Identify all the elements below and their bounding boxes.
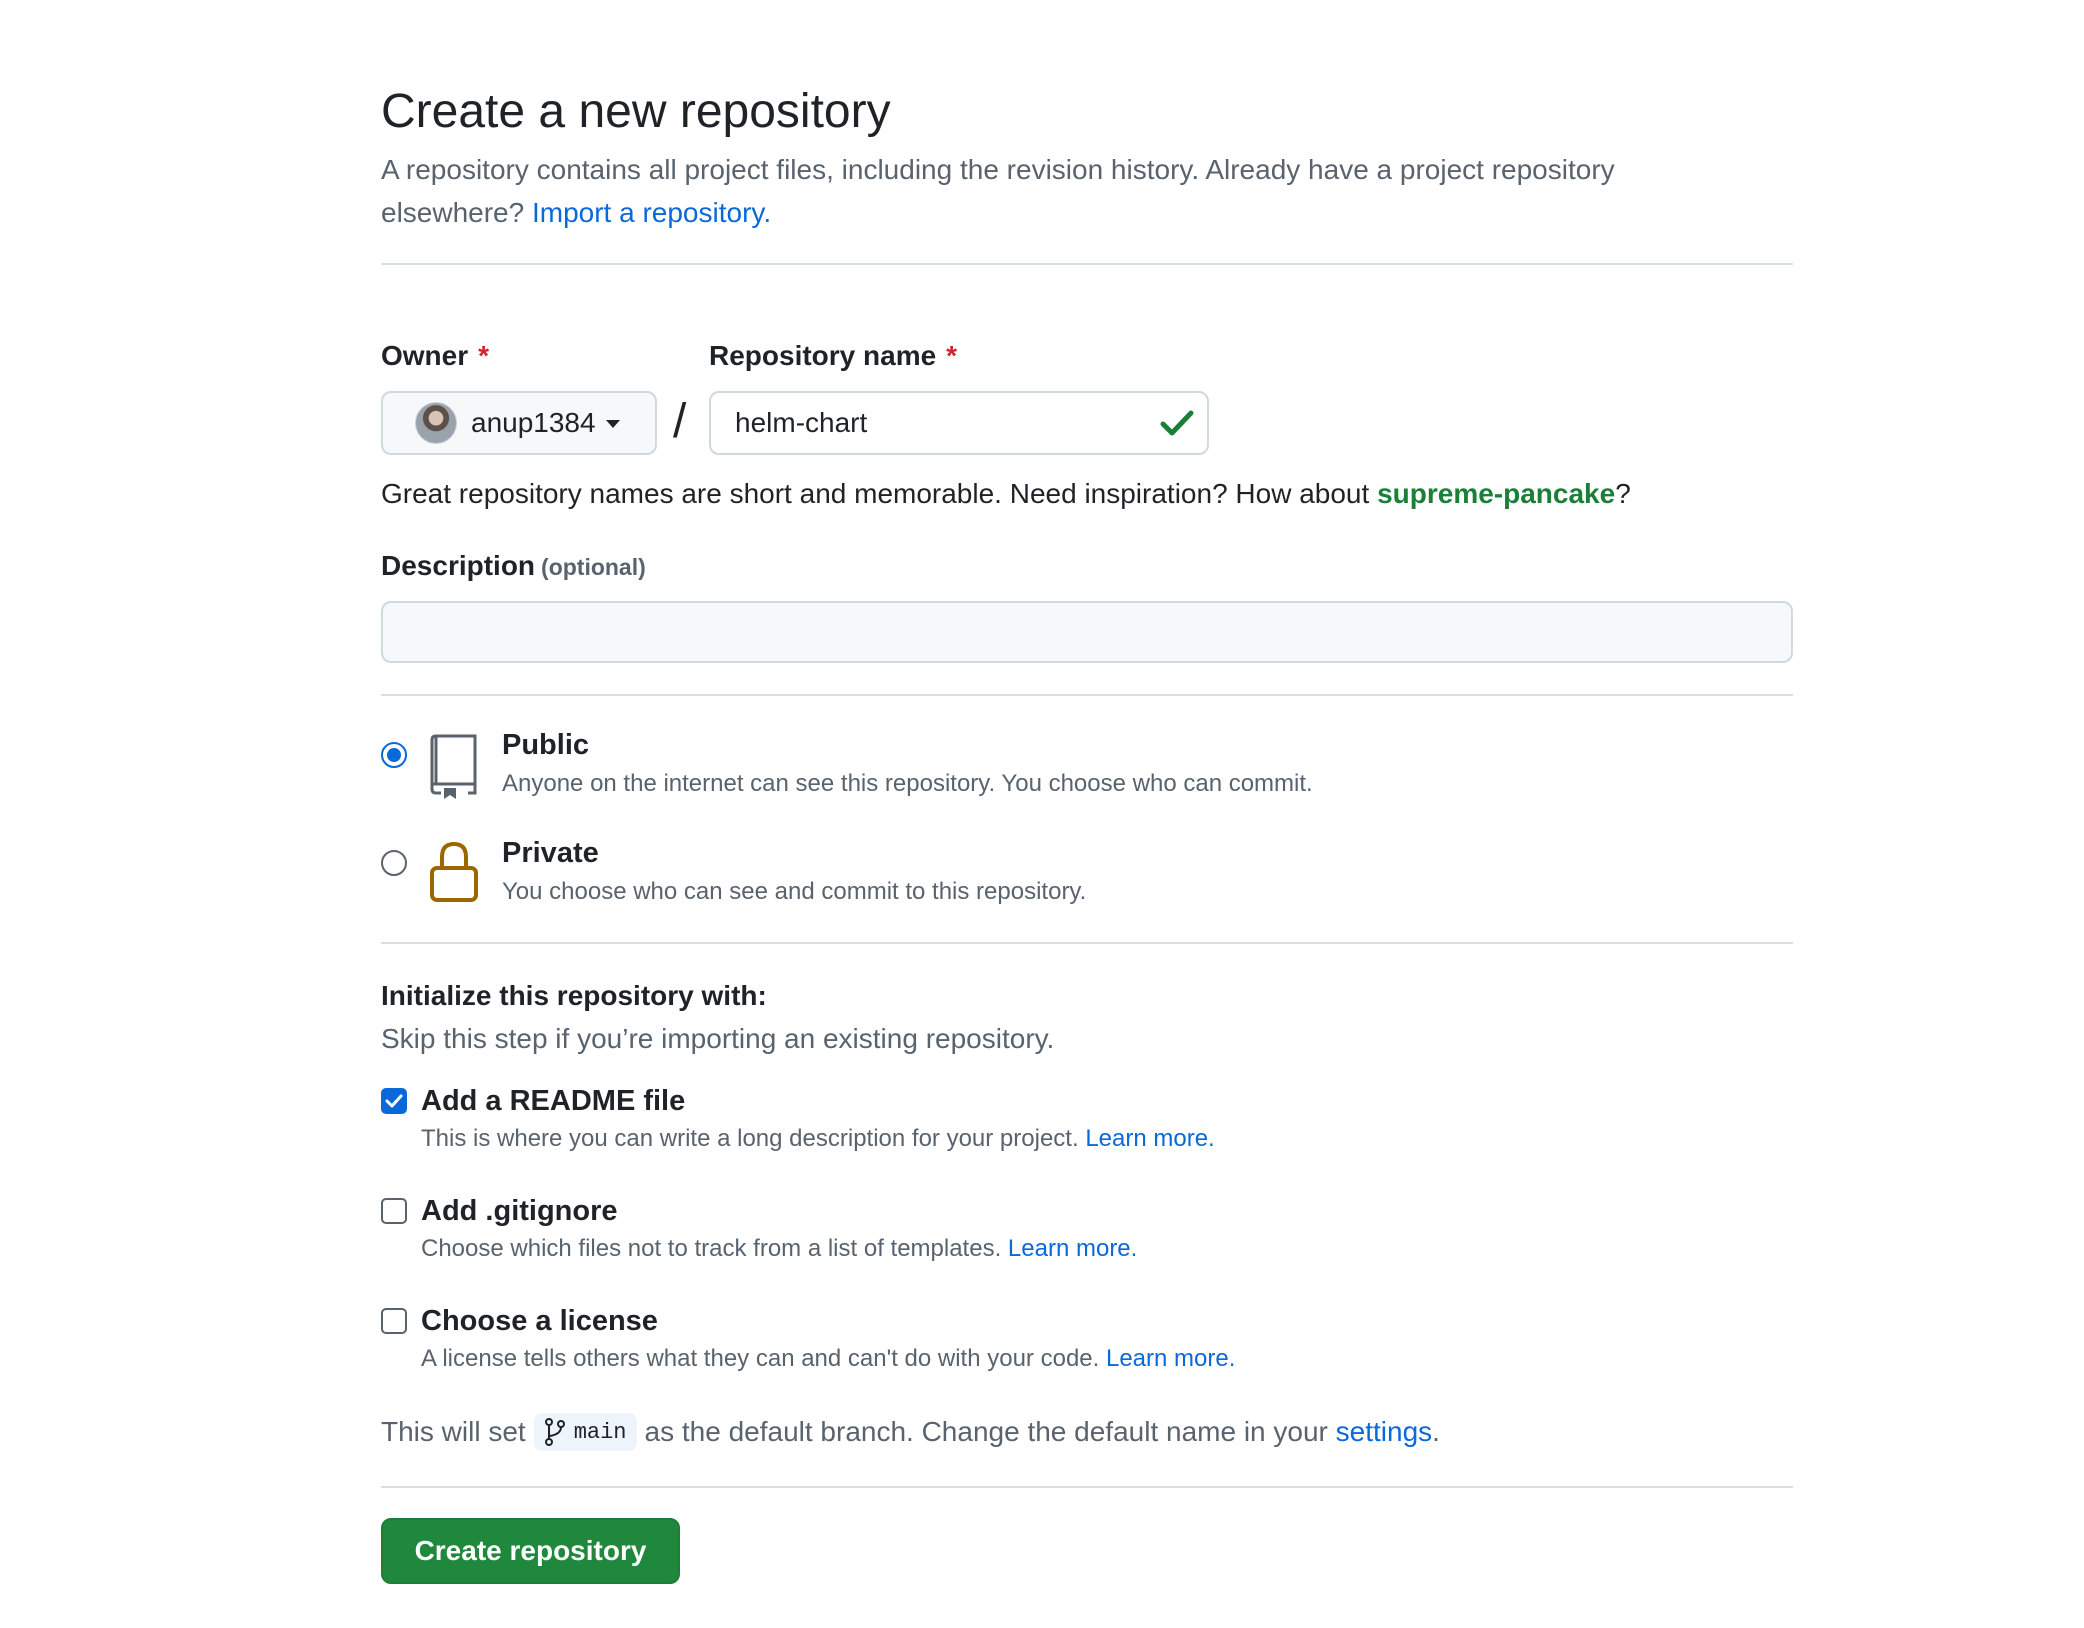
settings-link[interactable]: settings <box>1336 1416 1433 1448</box>
owner-name: anup1384 <box>471 407 596 438</box>
readme-title: Add a README file <box>421 1085 686 1117</box>
license-checkbox[interactable] <box>381 1308 407 1334</box>
owner-label-text: Owner <box>381 340 469 371</box>
license-learn-more-link[interactable]: Learn more. <box>1106 1345 1235 1372</box>
readme-description-text: This is where you can write a long descr… <box>421 1125 1079 1152</box>
repo-icon <box>430 734 477 799</box>
branch-pill: main <box>533 1413 637 1451</box>
private-radio[interactable] <box>381 850 407 876</box>
branch-prefix: This will set <box>381 1416 526 1447</box>
gitignore-description-text: Choose which files not to track from a l… <box>421 1235 1002 1262</box>
check-icon <box>1160 410 1194 436</box>
gitignore-learn-more-link[interactable]: Learn more. <box>1008 1235 1137 1262</box>
gitignore-title: Add .gitignore <box>421 1195 618 1227</box>
description-input[interactable] <box>381 601 1793 663</box>
divider <box>381 1486 1793 1488</box>
private-description: You choose who can see and commit to thi… <box>502 878 1087 905</box>
gitignore-description: Choose which files not to track from a l… <box>421 1235 1137 1263</box>
public-radio[interactable] <box>381 742 407 768</box>
name-suggestion[interactable]: supreme-pancake <box>1377 478 1615 509</box>
initialize-title: Initialize this repository with: <box>381 980 767 1011</box>
repository-name-input[interactable] <box>709 391 1209 455</box>
description-label: Description (optional) <box>381 550 646 582</box>
name-hint: Great repository names are short and mem… <box>381 478 1631 510</box>
gitignore-checkbox[interactable] <box>381 1198 407 1224</box>
create-repository-button[interactable]: Create repository <box>381 1518 680 1584</box>
default-branch-note: This will set main as the default branch… <box>381 1413 1440 1451</box>
private-title: Private <box>502 837 599 869</box>
page: Create a new repository A repository con… <box>0 0 2084 1628</box>
public-description: Anyone on the internet can see this repo… <box>502 770 1313 797</box>
license-title: Choose a license <box>421 1305 658 1337</box>
import-repository-link[interactable]: Import a repository. <box>532 197 771 228</box>
branch-name: main <box>573 1419 627 1445</box>
divider <box>381 263 1793 265</box>
readme-description: This is where you can write a long descr… <box>421 1125 1215 1153</box>
divider <box>381 942 1793 944</box>
name-hint-text: Great repository names are short and mem… <box>381 478 1370 509</box>
initialize-subtitle: Skip this step if you’re importing an ex… <box>381 1023 1055 1054</box>
lock-icon <box>430 841 478 902</box>
readme-learn-more-link[interactable]: Learn more. <box>1085 1125 1214 1152</box>
divider <box>381 694 1793 696</box>
branch-suffix: . <box>1432 1416 1440 1447</box>
page-subtitle: A repository contains all project files,… <box>381 148 1761 234</box>
avatar <box>415 402 457 444</box>
git-branch-icon <box>544 1418 565 1446</box>
branch-middle-text: as the default branch. Change the defaul… <box>644 1416 1328 1447</box>
checkmark-icon <box>385 1094 403 1108</box>
owner-repo-separator: / <box>673 395 687 448</box>
owner-select[interactable]: anup1384 <box>381 391 657 455</box>
page-title: Create a new repository <box>381 85 891 138</box>
owner-label: Owner * <box>381 340 489 372</box>
caret-down-icon <box>605 420 620 428</box>
description-label-text: Description <box>381 550 536 581</box>
public-title: Public <box>502 729 590 761</box>
required-mark: * <box>478 340 490 371</box>
license-description: A license tells others what they can and… <box>421 1345 1235 1373</box>
optional-tag: (optional) <box>541 554 646 580</box>
required-mark: * <box>946 340 958 371</box>
repository-name-label: Repository name * <box>709 340 957 372</box>
readme-checkbox[interactable] <box>381 1088 407 1114</box>
license-description-text: A license tells others what they can and… <box>421 1345 1100 1372</box>
repository-name-label-text: Repository name <box>709 340 937 371</box>
name-hint-suffix: ? <box>1615 478 1631 509</box>
